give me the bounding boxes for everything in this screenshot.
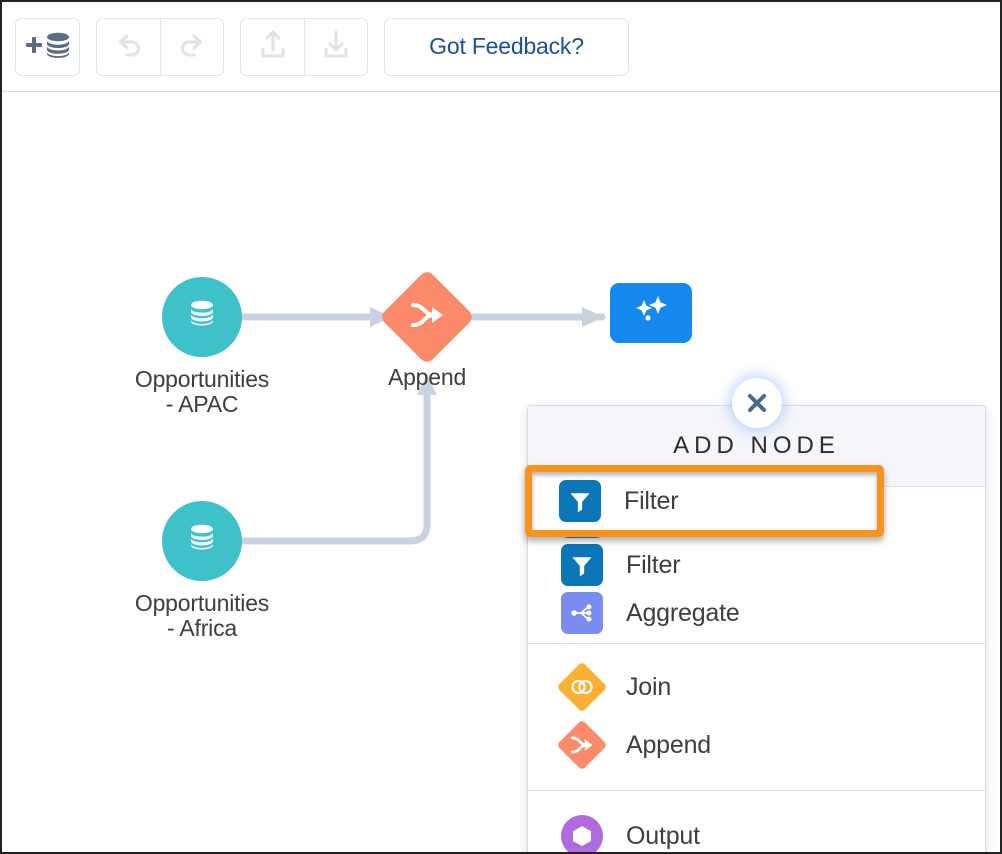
- got-feedback-button[interactable]: Got Feedback?: [384, 17, 629, 76]
- dataset-circle[interactable]: [162, 501, 242, 581]
- database-icon: [182, 295, 222, 340]
- node-label-line2: - APAC: [165, 391, 239, 417]
- menu-item-label: Aggregate: [626, 598, 740, 627]
- toolbar-group-history: [96, 17, 224, 76]
- download-button[interactable]: [304, 18, 367, 75]
- node-label: Append: [387, 364, 467, 390]
- menu-item-label: Output: [626, 821, 700, 850]
- join-circles-icon: [556, 661, 608, 713]
- output-hexagon-icon: [560, 814, 604, 852]
- append-merge-icon: [556, 719, 608, 771]
- node-label: Opportunities - Africa: [102, 591, 302, 641]
- node-label-line1: Opportunities: [134, 590, 270, 616]
- canvas-node-append[interactable]: Append: [327, 268, 527, 391]
- database-icon: [182, 519, 222, 564]
- add-dataset-button[interactable]: [16, 19, 79, 75]
- close-x-glyph: [747, 394, 766, 412]
- transform-wand-icon: [630, 294, 672, 333]
- filter-funnel-icon: [558, 479, 602, 523]
- redo-icon: [176, 30, 208, 63]
- menu-item-label: Append: [626, 730, 711, 759]
- canvas-node-opportunities-africa[interactable]: Opportunities - Africa: [102, 501, 302, 641]
- menu-item-aggregate[interactable]: Aggregate: [528, 589, 985, 637]
- menu-item-output[interactable]: Output: [528, 807, 985, 852]
- filter-funnel-icon: [560, 543, 604, 587]
- menu-item-join[interactable]: Join: [528, 658, 985, 716]
- highlight-filter-row[interactable]: Filter: [532, 472, 877, 530]
- canvas-node-transform[interactable]: [610, 283, 692, 343]
- toolbar: Got Feedback?: [2, 2, 1000, 92]
- highlight-filter-label: Filter: [624, 486, 679, 515]
- undo-button[interactable]: [97, 19, 160, 75]
- menu-item-label: Join: [626, 672, 672, 701]
- popup-title: ADD NODE: [673, 432, 840, 459]
- download-icon: [321, 29, 351, 64]
- node-label: Opportunities - APAC: [102, 367, 302, 417]
- dataset-circle[interactable]: [162, 277, 242, 357]
- upload-icon: [258, 29, 288, 64]
- menu-group-combiners: Join Append: [528, 644, 985, 791]
- canvas-node-opportunities-apac[interactable]: Opportunities - APAC: [102, 277, 302, 417]
- plus-database-icon: [25, 29, 71, 64]
- upload-button[interactable]: [241, 19, 304, 75]
- toolbar-group-dataset: [15, 17, 80, 76]
- node-label-line2: - Africa: [167, 615, 237, 641]
- menu-item-label: Filter: [626, 550, 681, 579]
- toolbar-group-io: [240, 17, 368, 76]
- aggregate-graph-icon: [560, 591, 604, 635]
- close-icon[interactable]: [734, 381, 779, 425]
- append-diamond[interactable]: [378, 268, 476, 366]
- menu-item-filter[interactable]: Filter: [528, 541, 985, 589]
- append-merge-icon: [409, 298, 445, 337]
- menu-item-append[interactable]: Append: [528, 716, 985, 774]
- menu-group-output: Output: [528, 791, 985, 852]
- app-window: Got Feedback? Opportunities - APAC Oppor…: [0, 0, 1002, 854]
- redo-button[interactable]: [160, 18, 223, 75]
- undo-icon: [113, 30, 145, 63]
- node-label-line1: Opportunities: [134, 366, 270, 392]
